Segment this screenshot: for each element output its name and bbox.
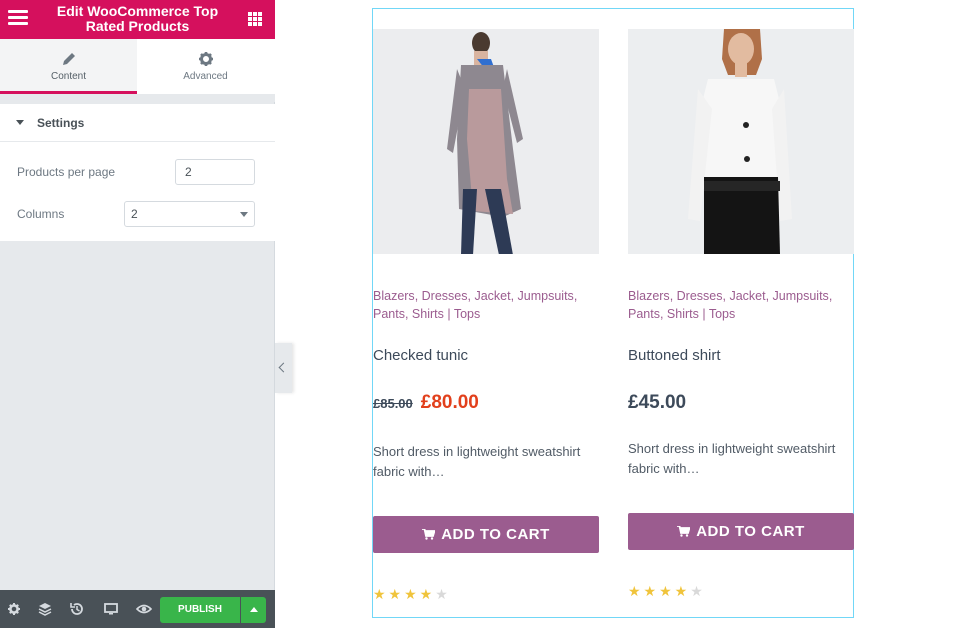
product-categories: Blazers, Dresses, Jacket, Jumpsuits, Pant… [373,289,578,321]
chevron-down-icon [240,212,248,217]
products-per-page-label: Products per page [17,165,116,179]
category-link[interactable]: Pants [628,307,660,321]
star-rating: ★★★★★ [373,586,451,603]
add-to-cart-button[interactable]: ADD TO CART [628,513,854,550]
product-card: Blazers, Dresses, Jacket, Jumpsuits, Pant… [373,9,599,609]
collapse-panel-handle[interactable] [275,343,292,393]
responsive-desktop-icon[interactable] [103,601,119,617]
settings-gear-icon[interactable] [6,601,22,617]
product-card: Blazers, Dresses, Jacket, Jumpsuits, Pant… [628,9,854,609]
history-icon[interactable] [69,601,85,617]
product-categories: Blazers, Dresses, Jacket, Jumpsuits, Pant… [628,289,833,321]
editor-root: Edit WooCommerce Top Rated Products Cont… [0,0,957,628]
product-description: Short dress in lightweight sweatshirt fa… [628,441,836,476]
settings-section: Settings Products per page Columns 2 [0,104,275,241]
tabs-divider [0,94,275,102]
tab-label: Content [50,71,87,82]
star-icon: ★★★★ [628,583,691,599]
product-title[interactable]: Buttoned shirt [628,347,721,364]
publish-button[interactable]: PUBLISH [160,597,240,623]
panel-title: Edit WooCommerce Top Rated Products [56,3,219,34]
star-icon: ★★★★ [373,586,436,602]
tab-content[interactable]: Content [0,39,137,94]
category-link[interactable]: Blazers [628,289,670,303]
tag-link[interactable]: Tops [709,307,735,321]
cart-icon [422,529,436,540]
product-image[interactable] [628,29,854,254]
preview-eye-icon[interactable] [136,601,152,617]
tag-link[interactable]: Tops [454,307,480,321]
category-link[interactable]: Dresses [677,289,723,303]
category-link[interactable]: Jumpsuits [518,289,574,303]
columns-select[interactable]: 2 [124,201,255,227]
cart-icon [677,526,691,537]
settings-section-toggle[interactable]: Settings [0,104,275,142]
product-image[interactable] [373,29,599,254]
price-sale: £80.00 [420,392,479,413]
caret-up-icon [250,607,258,612]
products-per-page-input[interactable] [175,159,255,185]
columns-label: Columns [17,207,65,221]
category-link[interactable]: Shirts [667,307,699,321]
panel-header: Edit WooCommerce Top Rated Products [0,0,275,39]
category-link[interactable]: Pants [373,307,405,321]
caret-down-icon [16,120,24,125]
category-link[interactable]: Dresses [422,289,468,303]
products-widget[interactable]: Blazers, Dresses, Jacket, Jumpsuits, Pant… [372,8,854,618]
product-title[interactable]: Checked tunic [373,347,468,364]
product-price: £85.00 £80.00 [373,392,479,414]
section-title: Settings [37,116,85,130]
chevron-left-icon [278,362,289,373]
button-label: ADD TO CART [441,526,550,543]
add-to-cart-button[interactable]: ADD TO CART [373,516,599,553]
star-empty-icon: ★ [690,583,706,599]
category-link[interactable]: Blazers [373,289,415,303]
panel-tabs: Content Advanced [0,39,275,94]
tab-advanced[interactable]: Advanced [137,39,274,94]
product-price: £45.00 [628,392,687,413]
columns-value: 2 [131,207,138,221]
star-rating: ★★★★★ [628,583,706,600]
button-label: ADD TO CART [696,523,805,540]
layers-icon[interactable] [37,601,53,617]
tab-label: Advanced [183,71,228,82]
publish-options-button[interactable] [241,597,266,623]
category-link[interactable]: Jumpsuits [773,289,829,303]
pencil-icon [62,53,75,65]
star-empty-icon: ★ [435,586,451,602]
price-old: £85.00 [373,396,413,411]
widgets-grid-icon[interactable] [248,12,262,26]
category-link[interactable]: Jacket [729,289,765,303]
hamburger-menu-icon[interactable] [8,10,28,28]
editor-panel: Edit WooCommerce Top Rated Products Cont… [0,0,275,628]
category-link[interactable]: Shirts [412,307,444,321]
gear-icon [198,52,213,66]
product-description: Short dress in lightweight sweatshirt fa… [373,444,581,479]
category-link[interactable]: Jacket [474,289,510,303]
